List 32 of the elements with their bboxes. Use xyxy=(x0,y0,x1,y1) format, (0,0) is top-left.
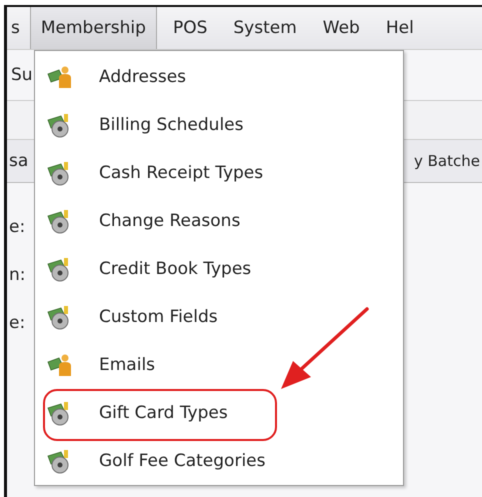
tab-label[interactable]: sa xyxy=(9,151,28,171)
menu-title[interactable]: Hel xyxy=(376,7,424,49)
menu-item[interactable]: Emails xyxy=(35,341,403,389)
menu-title[interactable]: Web xyxy=(312,7,370,49)
menu-title[interactable]: s xyxy=(7,7,24,49)
menu-item[interactable]: Addresses xyxy=(35,53,403,101)
field-label: n: xyxy=(9,265,26,287)
menu-title[interactable]: Membership xyxy=(30,7,157,49)
person-icon xyxy=(47,64,73,90)
menu-item-label: Custom Fields xyxy=(99,307,218,327)
menu-item-label: Cash Receipt Types xyxy=(99,163,264,183)
menu-item-label: Billing Schedules xyxy=(99,115,244,135)
field-label: e: xyxy=(9,217,26,239)
menu-item-label: Emails xyxy=(99,355,156,375)
menu-item-label: Credit Book Types xyxy=(99,259,252,279)
menu-item[interactable]: Gift Card Types xyxy=(35,389,403,437)
menu-item[interactable]: Golf Fee Categories xyxy=(35,437,403,485)
menu-item[interactable]: Credit Book Types xyxy=(35,245,403,293)
menu-item-label: Gift Card Types xyxy=(99,403,228,423)
menu-item-label: Golf Fee Categories xyxy=(99,451,266,471)
menu-item-label: Addresses xyxy=(99,67,186,87)
person-icon xyxy=(47,352,73,378)
menu-item[interactable]: Cash Receipt Types xyxy=(35,149,403,197)
menu-item[interactable]: Billing Schedules xyxy=(35,101,403,149)
field-label: e: xyxy=(9,313,26,335)
menu-item[interactable]: Change Reasons xyxy=(35,197,403,245)
menu-title[interactable]: POS xyxy=(162,7,218,49)
tab-label[interactable]: y Batche xyxy=(414,152,480,170)
menu-item[interactable]: Custom Fields xyxy=(35,293,403,341)
toolbar-label: Su xyxy=(11,65,33,85)
menu-item-label: Change Reasons xyxy=(99,211,240,231)
menu-title[interactable]: System xyxy=(223,7,307,49)
